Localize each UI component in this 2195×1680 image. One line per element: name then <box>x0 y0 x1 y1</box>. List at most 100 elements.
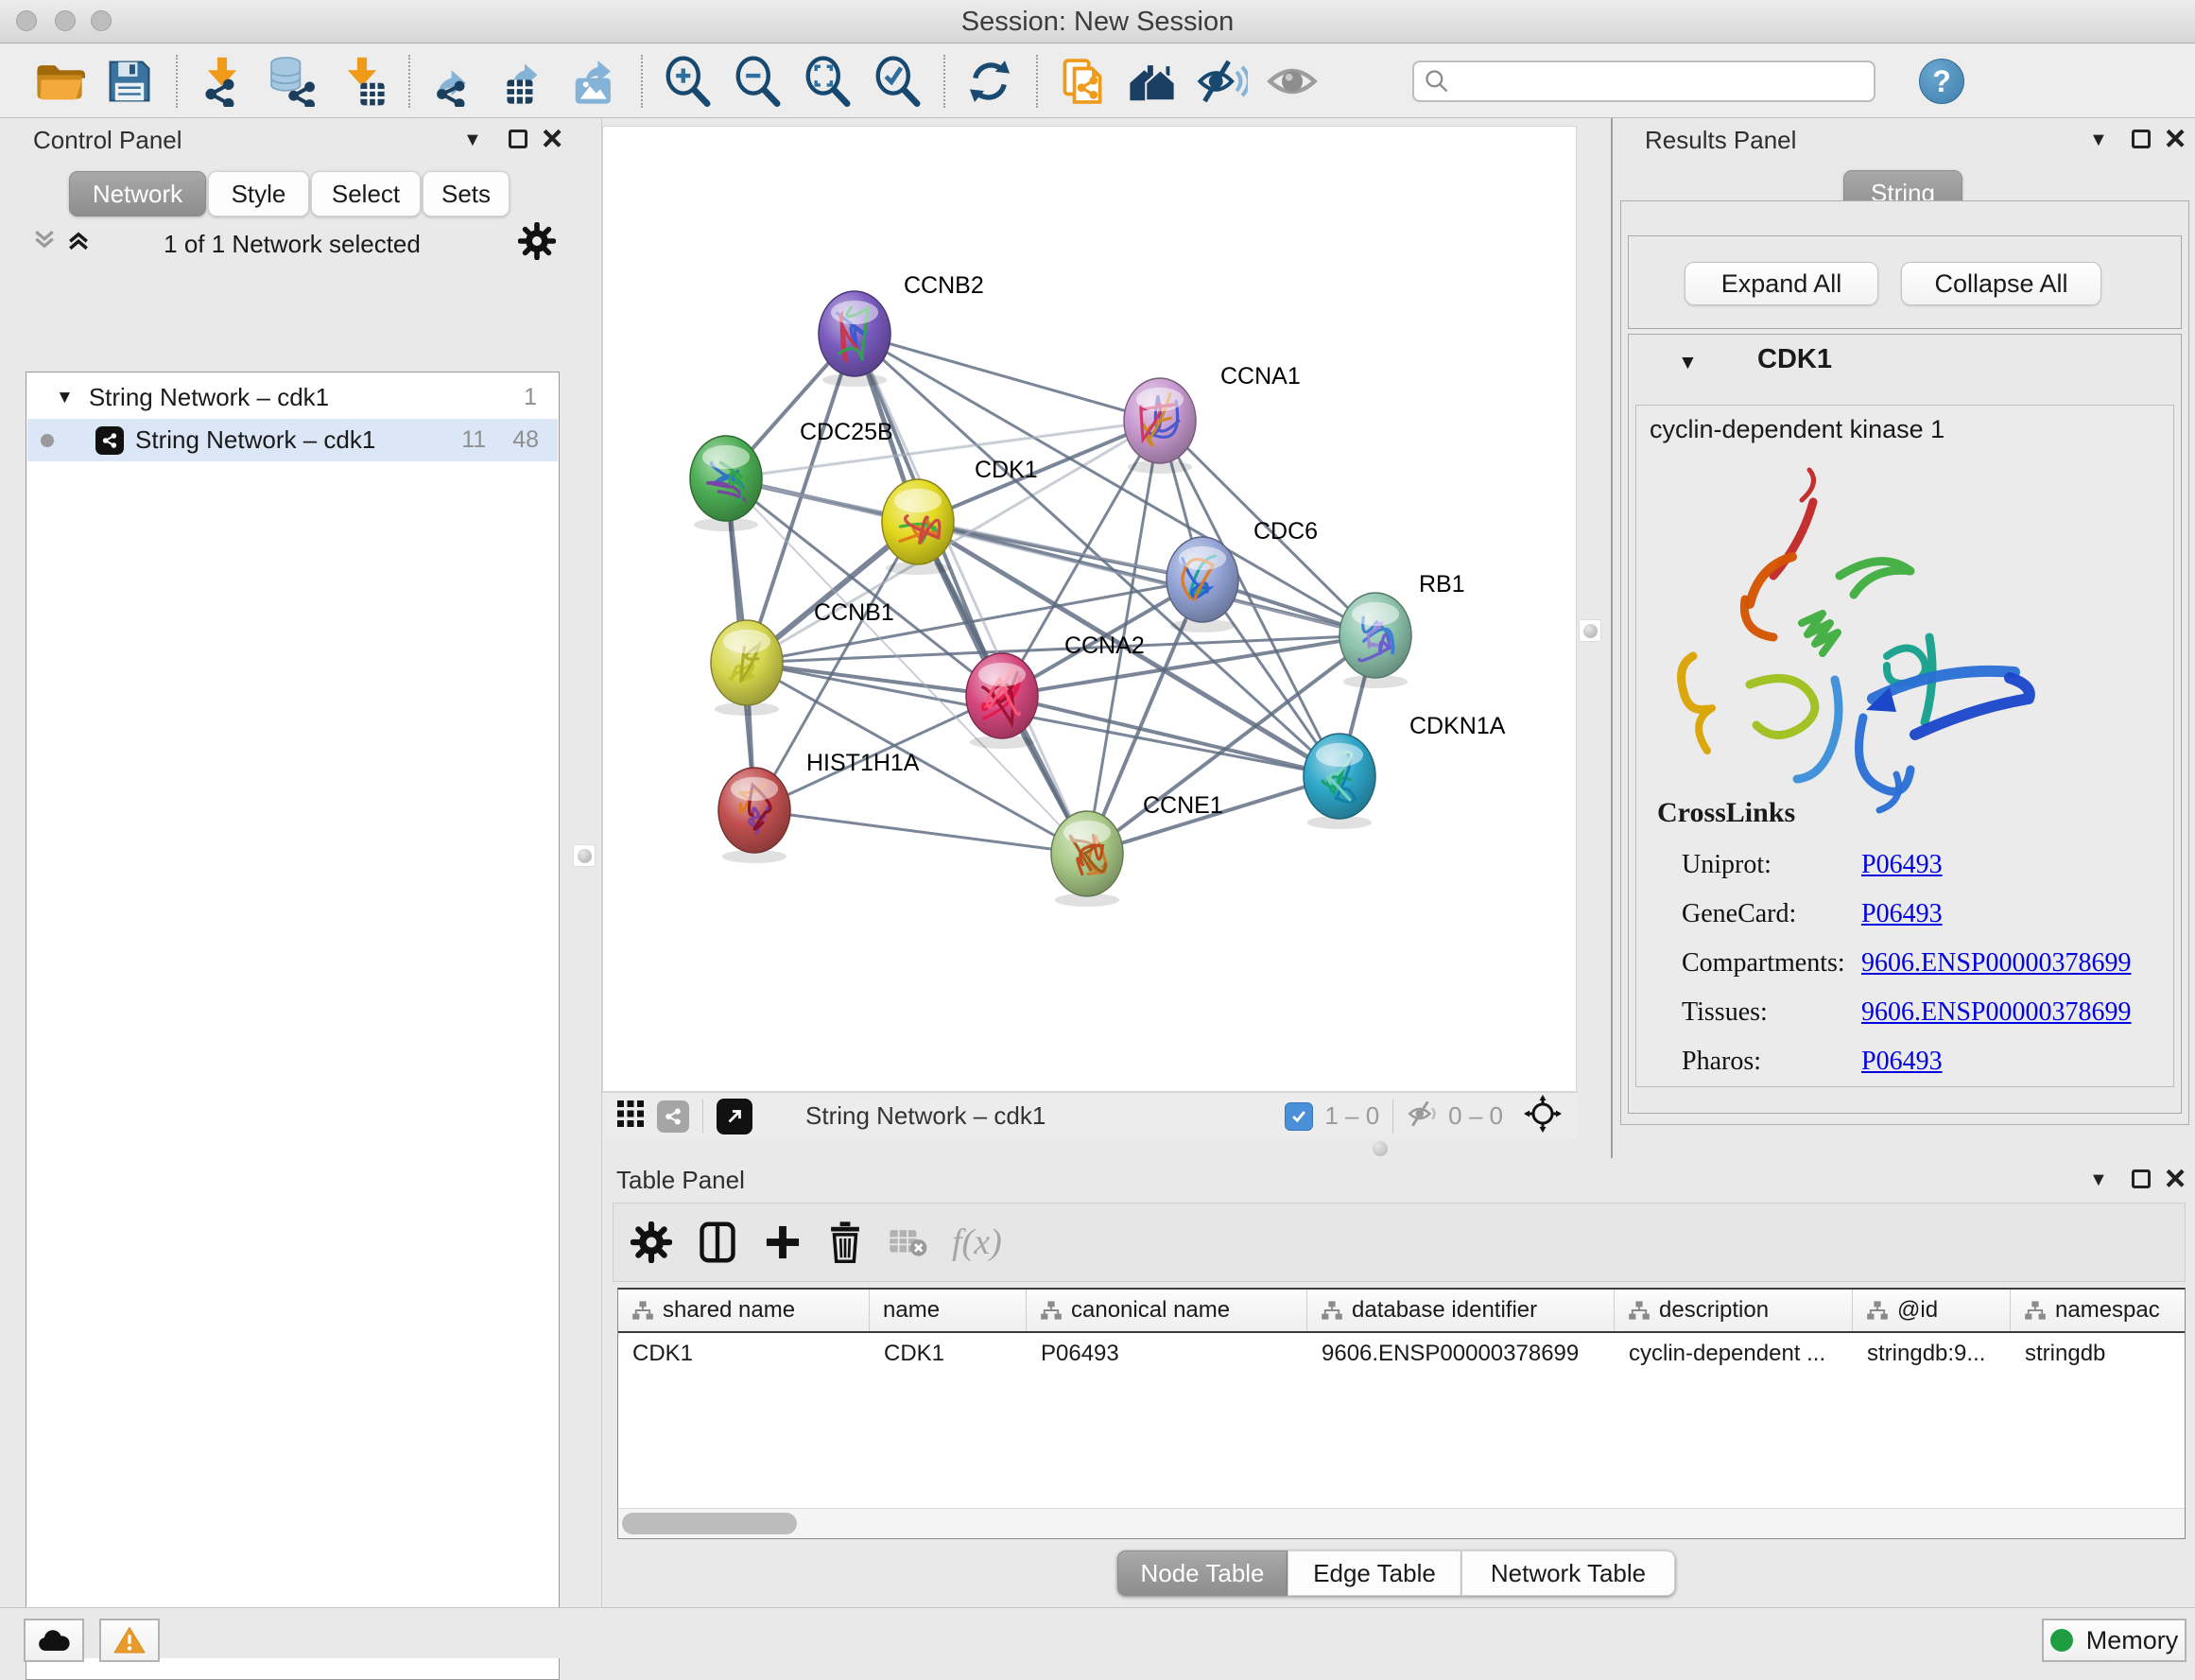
left-splitter-handle[interactable] <box>573 844 596 867</box>
tab-style[interactable]: Style <box>208 171 309 216</box>
graphics-details-icon[interactable] <box>657 1100 689 1133</box>
results-panel-close-icon[interactable]: × <box>2165 130 2186 148</box>
show-columns-icon[interactable] <box>697 1220 738 1265</box>
memory-button[interactable]: Memory <box>2042 1619 2186 1662</box>
network-view-name: String Network – cdk1 <box>805 1101 1046 1131</box>
function-builder-icon[interactable]: f(x) <box>952 1221 1002 1263</box>
horizontal-splitter[interactable] <box>602 1139 1577 1158</box>
cloud-status-button[interactable] <box>24 1619 84 1662</box>
cell-5[interactable]: stringdb:9... <box>1853 1341 2011 1367</box>
table-options-gear-icon[interactable] <box>631 1221 672 1263</box>
cell-2[interactable]: P06493 <box>1027 1341 1307 1367</box>
network-collection-row[interactable]: ▼ String Network – cdk1 1 <box>27 376 558 419</box>
tab-network[interactable]: Network <box>69 171 206 216</box>
warnings-button[interactable] <box>99 1619 160 1662</box>
fit-content-icon[interactable] <box>800 54 855 109</box>
right-splitter[interactable] <box>1577 118 1613 1158</box>
collection-count: 1 <box>524 384 537 411</box>
control-panel-menu-icon[interactable]: ▼ <box>463 130 482 151</box>
hidden-indicator-icon[interactable] <box>1407 1098 1439 1134</box>
network-canvas[interactable]: CCNB2CCNA1CDC25BCDK1CDC6RB1CCNB1CCNA2CDK… <box>602 126 1577 1092</box>
crosslink-genecard-link[interactable]: P06493 <box>1861 899 1943 926</box>
column-header-1[interactable]: name <box>870 1290 1027 1331</box>
cell-3[interactable]: 9606.ENSP00000378699 <box>1307 1341 1615 1367</box>
network-view-toolbar: String Network – cdk1 1 – 0 0 – 0 <box>602 1092 1577 1139</box>
search-box[interactable] <box>1412 61 1875 102</box>
crosslink-pharos-link[interactable]: P06493 <box>1861 1047 1943 1073</box>
collapse-all-button[interactable]: Collapse All <box>1901 262 2101 305</box>
results-panel-menu-icon[interactable]: ▼ <box>2089 130 2108 151</box>
help-button[interactable]: ? <box>1919 59 1964 104</box>
tab-sets[interactable]: Sets <box>423 171 510 216</box>
table-panel-menu-icon[interactable]: ▼ <box>2089 1169 2108 1191</box>
table-horizontal-scrollbar[interactable] <box>618 1508 2185 1538</box>
cell-1[interactable]: CDK1 <box>870 1341 1027 1367</box>
hide-selected-icon[interactable] <box>1195 54 1250 109</box>
crosslink-compartments-link[interactable]: 9606.ENSP00000378699 <box>1861 948 2131 975</box>
scrollbar-thumb[interactable] <box>622 1513 797 1534</box>
save-session-icon[interactable] <box>102 54 157 109</box>
tab-edge-table[interactable]: Edge Table <box>1288 1550 1461 1596</box>
right-splitter-handle[interactable] <box>1579 619 1601 642</box>
duplicate-network-icon[interactable] <box>1055 54 1110 109</box>
pan-tool-icon[interactable] <box>1524 1095 1562 1137</box>
export-network-icon[interactable] <box>427 54 482 109</box>
horizontal-splitter-handle[interactable] <box>1373 1141 1388 1156</box>
network-options-gear-icon[interactable] <box>518 222 556 265</box>
protein-structure-image <box>1660 462 2066 822</box>
traffic-light-minimize-icon[interactable] <box>55 10 76 31</box>
zoom-in-icon[interactable] <box>660 54 715 109</box>
column-header-6[interactable]: namespac <box>2011 1290 2186 1331</box>
network-graph[interactable]: CCNB2CCNA1CDC25BCDK1CDC6RB1CCNB1CCNA2CDK… <box>603 127 1578 1093</box>
delete-column-icon[interactable] <box>827 1221 863 1264</box>
cell-6[interactable]: stringdb <box>2011 1341 2186 1367</box>
toolbar-separator <box>641 55 643 108</box>
import-network-icon[interactable] <box>195 54 250 109</box>
traffic-light-zoom-icon[interactable] <box>91 10 112 31</box>
export-image-icon[interactable] <box>567 54 622 109</box>
collection-expand-icon[interactable]: ▼ <box>56 388 74 408</box>
refresh-view-icon[interactable] <box>962 54 1017 109</box>
control-panel: Control Panel ▼ × Network Style Select S… <box>0 118 584 1607</box>
open-session-icon[interactable] <box>32 54 87 109</box>
create-column-icon[interactable] <box>763 1222 803 1262</box>
node-result-collapse-icon[interactable]: ▼ <box>1678 352 1698 374</box>
svg-text:RB1: RB1 <box>1419 571 1465 598</box>
detach-view-icon[interactable] <box>717 1099 752 1134</box>
cell-4[interactable]: cyclin-dependent ... <box>1615 1341 1853 1367</box>
import-network-from-database-icon[interactable] <box>265 54 320 109</box>
column-header-0[interactable]: shared name <box>618 1290 870 1331</box>
column-header-3[interactable]: database identifier <box>1307 1290 1615 1331</box>
selected-indicator-checkbox[interactable] <box>1285 1102 1313 1131</box>
table-panel-float-icon[interactable] <box>2132 1169 2151 1188</box>
birds-eye-view-icon[interactable] <box>615 1099 646 1134</box>
show-all-icon[interactable] <box>1265 54 1320 109</box>
crosslink-uniprot-link[interactable]: P06493 <box>1861 850 1943 876</box>
traffic-light-close-icon[interactable] <box>16 10 37 31</box>
column-header-5[interactable]: @id <box>1853 1290 2011 1331</box>
window-title: Session: New Session <box>0 0 2195 43</box>
crosslink-tissues-link[interactable]: 9606.ENSP00000378699 <box>1861 997 2131 1024</box>
table-panel-close-icon[interactable]: × <box>2165 1169 2186 1188</box>
control-panel-close-icon[interactable]: × <box>542 130 562 148</box>
control-panel-float-icon[interactable] <box>509 130 527 148</box>
column-header-2[interactable]: canonical name <box>1027 1290 1307 1331</box>
import-table-icon[interactable] <box>335 54 389 109</box>
tab-network-table[interactable]: Network Table <box>1461 1550 1675 1596</box>
results-panel-float-icon[interactable] <box>2132 130 2151 148</box>
first-neighbors-icon[interactable] <box>1125 54 1180 109</box>
search-input[interactable] <box>1450 68 1847 95</box>
tab-node-table[interactable]: Node Table <box>1117 1550 1288 1596</box>
cell-0[interactable]: CDK1 <box>618 1341 870 1367</box>
network-row-selected[interactable]: String Network – cdk1 11 48 <box>27 419 558 461</box>
export-table-icon[interactable] <box>497 54 552 109</box>
left-splitter[interactable] <box>584 118 602 1607</box>
tab-select[interactable]: Select <box>311 171 421 216</box>
main-toolbar: ? <box>0 44 2195 118</box>
zoom-selected-icon[interactable] <box>870 54 925 109</box>
svg-text:CCNB2: CCNB2 <box>904 272 984 299</box>
expand-all-button[interactable]: Expand All <box>1685 262 1878 305</box>
zoom-out-icon[interactable] <box>730 54 785 109</box>
column-header-4[interactable]: description <box>1615 1290 1853 1331</box>
table-data-row[interactable]: CDK1CDK1P064939606.ENSP00000378699cyclin… <box>618 1333 2185 1375</box>
